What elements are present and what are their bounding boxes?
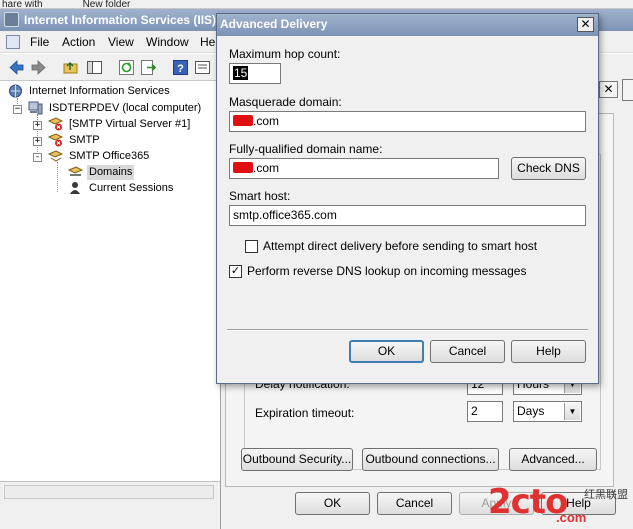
watermark-chinese-text: 红黑联盟	[584, 489, 628, 501]
smtp-stopped-icon	[48, 133, 63, 147]
expiration-timeout-unit-select[interactable]: Days ▼	[513, 401, 582, 422]
smart-host-label: Smart host:	[229, 189, 291, 203]
masquerade-domain-value: .com	[253, 114, 280, 128]
status-pane	[4, 485, 214, 499]
background-window-strip: hare with New folder	[0, 0, 633, 9]
properties-icon[interactable]	[194, 59, 211, 76]
iis-root-icon	[9, 84, 22, 98]
forward-arrow-icon[interactable]	[30, 59, 47, 76]
properties-cancel-button[interactable]: Cancel	[377, 492, 452, 515]
back-arrow-icon[interactable]	[8, 59, 25, 76]
expiration-unit-value: Days	[517, 404, 545, 418]
properties-edge	[622, 79, 633, 101]
max-hop-count-label: Maximum hop count:	[229, 47, 341, 61]
system-menu-icon[interactable]	[6, 35, 20, 49]
computer-icon	[28, 101, 43, 115]
tree-label-smtp-office365: SMTP Office365	[69, 150, 150, 162]
close-icon[interactable]: ✕	[577, 17, 594, 32]
expiration-timeout-label: Expiration timeout:	[255, 406, 355, 420]
smtp-server-stopped-icon	[48, 117, 63, 131]
expand-smtp-vs1-toggle[interactable]: +	[33, 121, 42, 130]
advanced-delivery-title: Advanced Delivery	[220, 17, 328, 31]
collapse-smtp-office365-toggle[interactable]: -	[33, 153, 42, 162]
advanced-help-button[interactable]: Help	[511, 340, 586, 363]
tree-label-root: Internet Information Services	[29, 85, 170, 97]
up-folder-icon[interactable]	[62, 59, 79, 76]
iis-app-icon	[4, 12, 19, 27]
new-folder-text: New folder	[82, 0, 131, 9]
show-hide-tree-icon[interactable]	[86, 59, 103, 76]
max-hop-count-input[interactable]: 15	[229, 63, 281, 84]
tree-label-smtp: SMTP	[69, 134, 100, 146]
advanced-delivery-dialog: Advanced Delivery ✕ Maximum hop count: 1…	[216, 13, 599, 384]
tree-pane: Internet Information Services − ISDTERPD…	[2, 82, 217, 482]
max-hop-count-value: 15	[233, 66, 249, 80]
watermark: 2cto 红黑联盟 .com	[488, 480, 633, 529]
export-list-icon[interactable]	[140, 59, 157, 76]
advanced-button[interactable]: Advanced...	[509, 448, 597, 471]
tree-label-current-sessions: Current Sessions	[89, 182, 174, 194]
advanced-ok-button[interactable]: OK	[349, 340, 424, 363]
menu-window[interactable]: Window	[146, 35, 189, 49]
outbound-connections-button[interactable]: Outbound connections...	[362, 448, 499, 471]
redaction-mark	[233, 115, 253, 126]
refresh-icon[interactable]	[118, 59, 135, 76]
menu-action[interactable]: Action	[62, 35, 95, 49]
help-icon[interactable]: ?	[172, 59, 189, 76]
outbound-security-button[interactable]: Outbound Security...	[241, 448, 353, 471]
reverse-dns-lookup-checkbox[interactable]: ✓	[229, 265, 242, 278]
reverse-dns-lookup-label: Perform reverse DNS lookup on incoming m…	[247, 264, 527, 278]
menu-view[interactable]: View	[108, 35, 134, 49]
menu-file[interactable]: File	[30, 35, 49, 49]
attempt-direct-delivery-label: Attempt direct delivery before sending t…	[263, 239, 538, 253]
fqdn-value: .com	[253, 161, 280, 175]
domains-icon	[68, 166, 83, 176]
advanced-delivery-title-bar[interactable]: Advanced Delivery ✕	[217, 14, 598, 36]
current-sessions-icon	[70, 182, 80, 194]
expiration-timeout-input[interactable]: 2	[467, 401, 503, 422]
check-dns-button[interactable]: Check DNS	[511, 157, 586, 180]
fqdn-label: Fully-qualified domain name:	[229, 142, 383, 156]
smtp-running-icon	[48, 150, 63, 162]
tree-label-smtp-virtual-server-1: [SMTP Virtual Server #1]	[69, 118, 191, 130]
svg-text:?: ?	[177, 63, 184, 75]
tree-label-domains: Domains	[87, 165, 135, 180]
attempt-direct-delivery-checkbox[interactable]	[245, 240, 258, 253]
dialog-divider	[227, 329, 588, 331]
tree-label-computer: ISDTERPDEV (local computer)	[49, 102, 202, 114]
smart-host-input[interactable]: smtp.office365.com	[229, 205, 586, 226]
advanced-cancel-button[interactable]: Cancel	[430, 340, 505, 363]
watermark-dot-com: .com	[556, 510, 587, 525]
chevron-down-icon: ▼	[564, 403, 580, 420]
share-with-text: hare with	[2, 0, 43, 9]
collapse-computer-toggle[interactable]: −	[13, 105, 22, 114]
properties-ok-button[interactable]: OK	[295, 492, 370, 515]
masquerade-domain-label: Masquerade domain:	[229, 95, 342, 109]
expand-smtp-toggle[interactable]: +	[33, 137, 42, 146]
redaction-mark	[233, 162, 253, 173]
properties-close-button[interactable]: ✕	[599, 81, 618, 98]
fqdn-input[interactable]: .com	[229, 158, 499, 179]
masquerade-domain-input[interactable]: .com	[229, 111, 586, 132]
